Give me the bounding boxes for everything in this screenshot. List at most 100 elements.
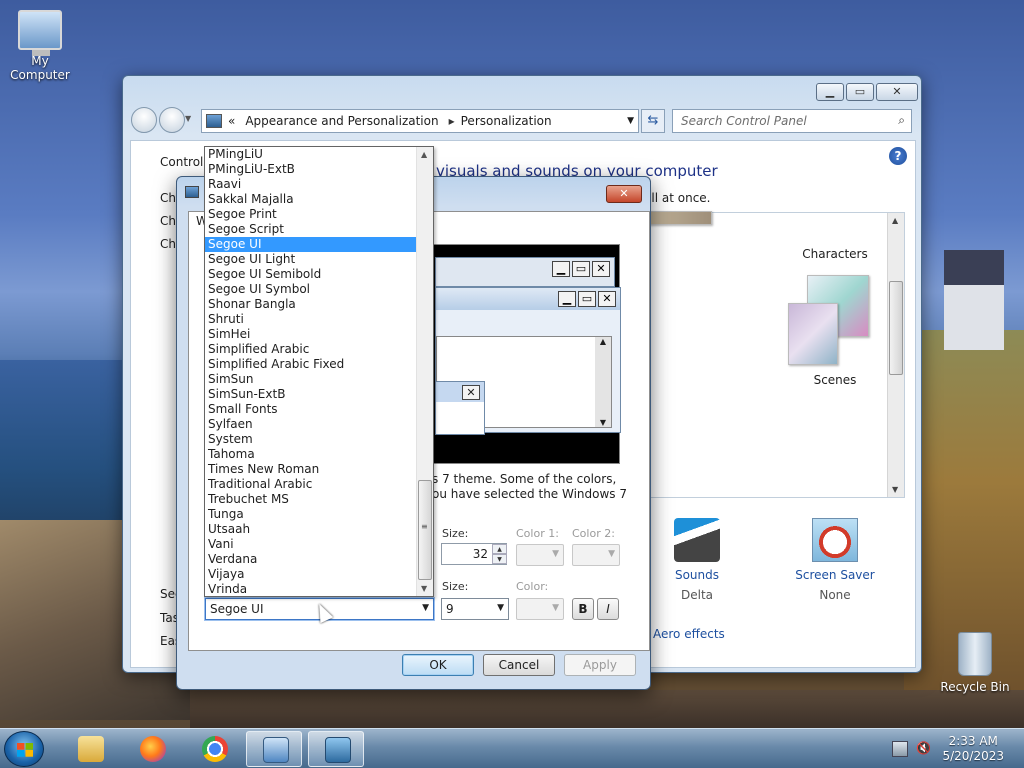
font-list-item[interactable]: Simplified Arabic [205, 342, 417, 357]
font-list-items: PMingLiU PMingLiU-ExtB Raavi Sakkal Majalla… [205, 147, 417, 596]
side-link-2[interactable]: Ch [160, 214, 176, 228]
maximize-button[interactable]: ▭ [846, 83, 874, 101]
apply-button[interactable]: Apply [564, 654, 636, 676]
font-list-item[interactable]: Verdana [205, 552, 417, 567]
theme-thumbnail-scenes-front[interactable] [788, 303, 838, 365]
address-dropdown-icon[interactable]: ▼ [627, 116, 634, 126]
side-link-1[interactable]: Ch [160, 191, 176, 205]
dialog-close-button[interactable]: ✕ [606, 185, 642, 203]
taskbar-file-explorer[interactable] [62, 731, 118, 767]
bold-button[interactable]: B [572, 598, 594, 620]
desktop-icon-label: Recycle Bin [940, 680, 1010, 694]
item-size-stepper[interactable]: ▲ ▼ [492, 544, 507, 564]
chevron-down-icon[interactable]: ▼ [422, 603, 429, 613]
search-input[interactable]: Search Control Panel ⌕ [672, 109, 912, 133]
font-list-item[interactable]: Vani [205, 537, 417, 552]
font-list-item[interactable]: PMingLiU-ExtB [205, 162, 417, 177]
explanation-line-2: ou have selected the Windows 7 [432, 487, 628, 501]
font-list-item[interactable]: Segoe UI Symbol [205, 282, 417, 297]
screen-saver-label[interactable]: Screen Saver [780, 568, 890, 582]
taskbar-control-panel[interactable] [246, 731, 302, 767]
font-list-item[interactable]: Segoe UI [205, 237, 417, 252]
taskbar-window-color[interactable] [308, 731, 364, 767]
help-icon[interactable]: ? [889, 147, 907, 165]
scroll-up-icon[interactable]: ▲ [421, 150, 427, 159]
font-list-item[interactable]: Vrinda [205, 582, 417, 596]
aero-effects-link[interactable]: Aero effects [653, 627, 725, 641]
font-list-item[interactable]: Segoe Print [205, 207, 417, 222]
font-list-item[interactable]: Times New Roman [205, 462, 417, 477]
font-list-scrollbar[interactable]: ▲ ≡ ▼ [416, 147, 433, 596]
font-list-item[interactable]: Sylfaen [205, 417, 417, 432]
scrollbar-grip-icon: ≡ [421, 522, 428, 531]
font-list-item[interactable]: System [205, 432, 417, 447]
refresh-icon[interactable]: ⇆ [641, 109, 665, 133]
scroll-down-icon[interactable]: ▼ [421, 584, 427, 593]
taskbar-firefox[interactable] [124, 731, 180, 767]
sounds-label[interactable]: Sounds [642, 568, 752, 582]
search-icon[interactable]: ⌕ [898, 113, 905, 128]
breadcrumb-prefix[interactable]: « [228, 114, 235, 128]
action-center-icon[interactable] [892, 741, 908, 757]
scroll-down-icon[interactable]: ▼ [892, 485, 898, 494]
font-list-item[interactable]: Shonar Bangla [205, 297, 417, 312]
font-list-item[interactable]: SimHei [205, 327, 417, 342]
color1-button[interactable] [516, 544, 564, 566]
font-list-item[interactable]: Tahoma [205, 447, 417, 462]
font-list-item[interactable]: Traditional Arabic [205, 477, 417, 492]
font-list-item[interactable]: Tunga [205, 507, 417, 522]
font-list-item[interactable]: Shruti [205, 312, 417, 327]
font-list-item[interactable]: Raavi [205, 177, 417, 192]
taskbar: 🔇 2:33 AM 5/20/2023 [0, 728, 1024, 768]
font-list-item[interactable]: Utsaah [205, 522, 417, 537]
taskbar-chrome[interactable] [186, 731, 242, 767]
font-list-item[interactable]: Segoe Script [205, 222, 417, 237]
theme-label-scenes[interactable]: Scenes [780, 373, 890, 387]
color2-button[interactable] [572, 544, 620, 566]
start-button[interactable] [4, 731, 44, 767]
italic-button[interactable]: I [597, 598, 619, 620]
breadcrumb-appearance[interactable]: Appearance and Personalization [245, 114, 438, 128]
theme-thumbnail-characters[interactable] [642, 211, 712, 225]
screen-saver-item[interactable]: Screen Saver None [780, 518, 890, 602]
side-link-3[interactable]: Ch [160, 237, 176, 251]
sounds-item[interactable]: Sounds Delta [642, 518, 752, 602]
clock[interactable]: 2:33 AM 5/20/2023 [942, 734, 1004, 764]
forward-button[interactable] [159, 107, 185, 133]
theme-gallery-scrollbar[interactable]: ▲ ▼ [887, 213, 904, 497]
chevron-down-icon[interactable]: ▼ [497, 603, 504, 613]
font-list-item[interactable]: Vijaya [205, 567, 417, 582]
back-button[interactable] [131, 107, 157, 133]
font-list-item[interactable]: Segoe UI Light [205, 252, 417, 267]
speaker-muted-icon[interactable]: 🔇 [916, 741, 932, 757]
sounds-icon [674, 518, 720, 562]
breadcrumb-arrow-icon[interactable]: ▸ [449, 114, 455, 128]
stepper-up-icon[interactable]: ▲ [492, 544, 507, 554]
desktop-icon-recycle-bin[interactable]: Recycle Bin [935, 632, 1015, 694]
font-list-item[interactable]: PMingLiU [205, 147, 417, 162]
font-list-item[interactable]: SimSun-ExtB [205, 387, 417, 402]
minimize-button[interactable]: ▁ [816, 83, 844, 101]
font-list-item[interactable]: Sakkal Majalla [205, 192, 417, 207]
cancel-button[interactable]: Cancel [483, 654, 555, 676]
scrollbar-thumb[interactable] [889, 281, 903, 375]
stepper-down-icon[interactable]: ▼ [492, 554, 507, 564]
font-list-item[interactable]: Trebuchet MS [205, 492, 417, 507]
font-list-item[interactable]: SimSun [205, 372, 417, 387]
close-button[interactable]: ✕ [876, 83, 918, 101]
font-list-item[interactable]: Small Fonts [205, 402, 417, 417]
ok-button[interactable]: OK [402, 654, 474, 676]
theme-label-characters[interactable]: Characters [780, 247, 890, 261]
address-bar[interactable]: « Appearance and Personalization ▸ Perso… [201, 109, 639, 133]
font-list-item[interactable]: Simplified Arabic Fixed [205, 357, 417, 372]
desktop-icon-my-computer[interactable]: My Computer [0, 10, 80, 82]
font-size-select[interactable]: 9 ▼ [441, 598, 509, 620]
font-list-item[interactable]: Segoe UI Semibold [205, 267, 417, 282]
breadcrumb-personalization[interactable]: Personalization [461, 114, 552, 128]
font-color-button[interactable] [516, 598, 564, 620]
font-dropdown-list[interactable]: PMingLiU PMingLiU-ExtB Raavi Sakkal Majalla… [204, 146, 434, 597]
scroll-up-icon[interactable]: ▲ [892, 216, 898, 225]
preview-message-box: ✕ [435, 381, 485, 435]
recent-pages-icon[interactable]: ▼ [185, 114, 191, 123]
font-size-value: 9 [446, 602, 454, 616]
